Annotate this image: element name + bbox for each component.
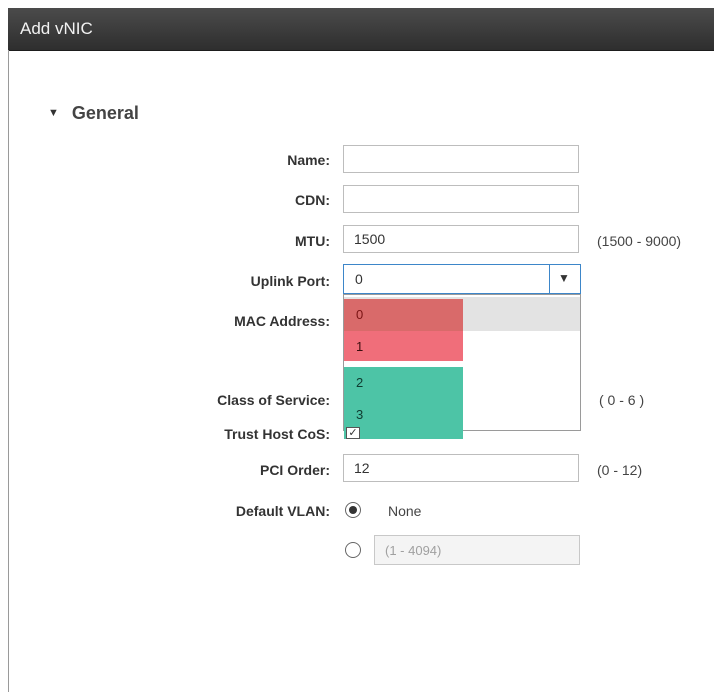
- uplink-port-option-0[interactable]: 0: [344, 299, 463, 331]
- general-section-toggle[interactable]: ▼ General: [48, 102, 139, 124]
- class-of-service-range-hint: ( 0 - 6 ): [599, 392, 645, 408]
- dialog-title: Add vNIC: [20, 19, 93, 38]
- default-vlan-custom-input[interactable]: [374, 535, 580, 565]
- select-divider: [549, 265, 550, 293]
- name-input[interactable]: [343, 145, 579, 173]
- name-label: Name:: [287, 152, 330, 168]
- mtu-label: MTU:: [295, 233, 330, 249]
- uplink-port-dropdown-list: 0 1 2 3: [343, 294, 581, 439]
- option-label: 3: [356, 407, 364, 422]
- pci-order-label: PCI Order:: [259, 462, 330, 478]
- section-title: General: [71, 102, 139, 123]
- caret-down-icon: ▼: [48, 107, 59, 119]
- add-vnic-dialog: Add vNIC ▼ General Name: CDN: MTU: (1500…: [0, 0, 714, 692]
- pci-order-range-hint: (0 - 12): [597, 462, 643, 478]
- uplink-port-option-1[interactable]: 1: [344, 331, 463, 361]
- pci-order-input[interactable]: [343, 454, 579, 482]
- dialog-title-bar: Add vNIC: [8, 8, 714, 51]
- trust-host-cos-label: Trust Host CoS:: [224, 426, 330, 442]
- cdn-label: CDN:: [295, 192, 330, 208]
- uplink-port-option-3[interactable]: 3: [344, 401, 463, 439]
- uplink-port-label: Uplink Port:: [250, 273, 330, 289]
- cdn-input[interactable]: [343, 185, 579, 213]
- option-label: 2: [356, 375, 364, 390]
- uplink-port-select[interactable]: 0 ▼: [343, 264, 581, 294]
- uplink-port-option-2[interactable]: 2: [344, 367, 463, 401]
- dialog-left-border: [8, 50, 9, 692]
- class-of-service-label: Class of Service:: [217, 392, 330, 408]
- dropdown-arrow-icon[interactable]: ▼: [558, 271, 570, 285]
- default-vlan-label: Default VLAN:: [235, 503, 330, 519]
- mtu-range-hint: (1500 - 9000): [597, 233, 682, 249]
- default-vlan-none-radio[interactable]: [345, 502, 361, 518]
- mtu-input[interactable]: [343, 225, 579, 253]
- mac-address-label: MAC Address:: [234, 313, 330, 329]
- option-label: 0: [356, 307, 364, 322]
- uplink-port-selected-value: 0: [355, 271, 363, 287]
- option-label: 1: [356, 339, 364, 354]
- default-vlan-none-label: None: [388, 503, 422, 519]
- trust-host-cos-checkbox[interactable]: ✓: [346, 427, 360, 439]
- default-vlan-custom-radio[interactable]: [345, 542, 361, 558]
